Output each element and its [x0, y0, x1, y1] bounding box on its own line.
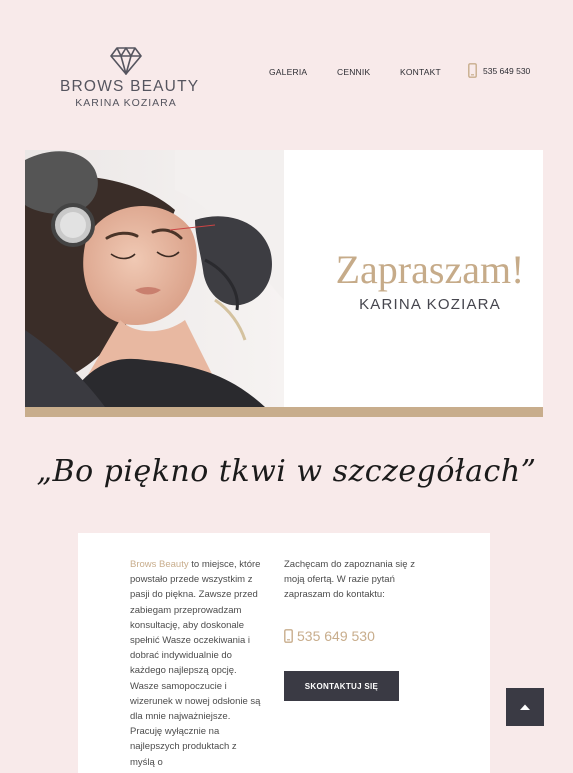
nav-item-kontakt[interactable]: KONTAKT [400, 67, 441, 77]
arrow-up-icon [520, 704, 530, 710]
hero-title: Zapraszam! [335, 247, 525, 292]
logo-subtitle: KARINA KOZIARA [75, 97, 177, 109]
phone-icon [468, 63, 477, 78]
header-phone-link[interactable]: 535 649 530 [468, 63, 530, 78]
hero-subtitle: KARINA KOZIARA [359, 296, 501, 313]
scroll-top-button[interactable] [506, 688, 544, 726]
nav-item-cennik[interactable]: CENNIK [337, 67, 370, 77]
header-phone-number: 535 649 530 [483, 65, 531, 76]
diamond-icon [110, 47, 142, 75]
contact-invite-text: Zachęcam do zapoznania się z moją ofertą… [284, 559, 415, 601]
nav-item-galeria[interactable]: GALERIA [269, 67, 307, 77]
hero-banner: Zapraszam! KARINA KOZIARA [25, 150, 543, 407]
logo-title: BROWS BEAUTY [60, 78, 200, 95]
about-text-body: to miejsce, które powstało przede wszyst… [130, 559, 261, 768]
hero-photo [25, 150, 284, 407]
logo[interactable]: BROWS BEAUTY KARINA KOZIARA [60, 46, 200, 109]
contact-button[interactable]: SKONTAKTUJ SIĘ [284, 671, 399, 701]
about-phone-link[interactable]: 535 649 530 [284, 628, 375, 644]
hero-accent-bar [25, 407, 543, 417]
about-card: Brows Beauty to miejsce, które powstało … [78, 533, 490, 773]
about-text: Brows Beauty to miejsce, które powstało … [130, 557, 262, 770]
phone-icon [284, 629, 293, 643]
brand-link[interactable]: Brows Beauty [130, 559, 189, 570]
about-phone-number: 535 649 530 [297, 628, 375, 644]
tagline-quote: „Bo piękno tkwi w szczegółach” [36, 454, 537, 489]
